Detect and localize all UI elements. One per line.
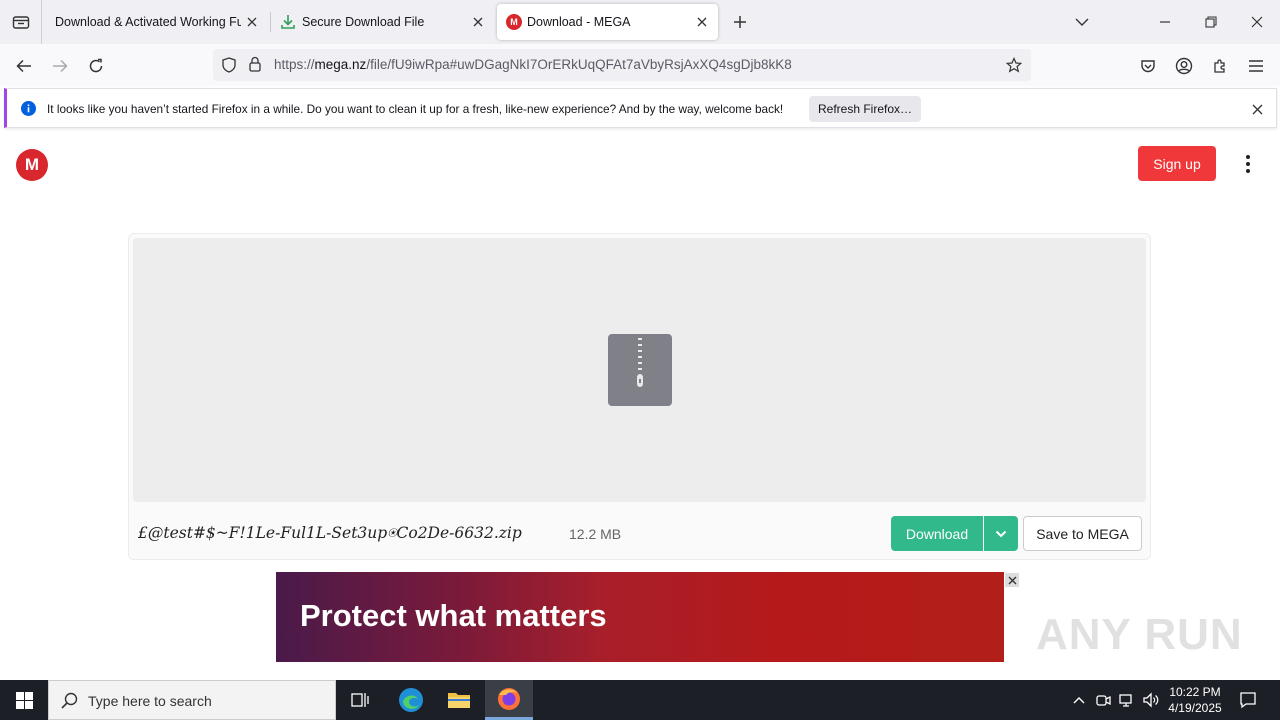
- close-window-button[interactable]: [1234, 0, 1280, 44]
- taskbar-search-box[interactable]: Type here to search: [48, 680, 336, 720]
- network-icon[interactable]: [1117, 690, 1137, 710]
- sign-up-button[interactable]: Sign up: [1138, 146, 1216, 181]
- task-view-icon: [351, 693, 369, 707]
- more-options-button[interactable]: [1240, 152, 1256, 176]
- restore-icon: [1205, 16, 1217, 28]
- puzzle-icon: [1214, 59, 1225, 73]
- tab-bar: Download & Activated Working Full Secure…: [0, 0, 1280, 44]
- search-icon: [61, 692, 78, 714]
- notifications-button[interactable]: [1238, 690, 1258, 710]
- forward-button[interactable]: [46, 52, 74, 80]
- shield-icon[interactable]: [221, 57, 237, 78]
- close-tab-icon[interactable]: [470, 14, 486, 30]
- system-clock[interactable]: 10:22 PM 4/19/2025: [1160, 684, 1230, 716]
- anyrun-watermark: ANY RUN: [1036, 610, 1243, 659]
- download-button[interactable]: Download: [891, 516, 983, 551]
- firefox-icon: [498, 687, 520, 710]
- minimize-button[interactable]: [1142, 0, 1188, 44]
- new-tab-button[interactable]: [728, 10, 752, 34]
- show-hidden-icons-button[interactable]: [1069, 690, 1089, 710]
- tab-title: Download - MEGA: [527, 15, 631, 29]
- save-to-mega-button[interactable]: Save to MEGA: [1023, 516, 1142, 551]
- meet-now-icon[interactable]: [1093, 690, 1113, 710]
- clock-date: 4/19/2025: [1168, 701, 1222, 715]
- menu-button[interactable]: [1242, 52, 1270, 80]
- notification-bar: It looks like you haven’t started Firefo…: [4, 88, 1277, 128]
- close-icon: [1251, 16, 1263, 28]
- tab-secure-download[interactable]: Secure Download File: [272, 0, 494, 44]
- edge-icon: [399, 688, 423, 712]
- mega-logo[interactable]: M: [16, 149, 48, 181]
- minimize-icon: [1160, 21, 1170, 23]
- volume-icon[interactable]: [1141, 690, 1161, 710]
- hamburger-icon: [1249, 60, 1263, 72]
- download-icon: [280, 14, 298, 30]
- refresh-firefox-button[interactable]: Refresh Firefox…: [809, 96, 921, 122]
- file-size: 12.2 MB: [569, 526, 622, 542]
- lock-icon[interactable]: [248, 56, 262, 77]
- url-prefix: https://: [274, 57, 315, 72]
- close-ad-icon[interactable]: [1005, 573, 1019, 587]
- reload-button[interactable]: [82, 52, 110, 80]
- reload-icon: [89, 58, 103, 73]
- taskbar: Type here to search 10:22 PM 4/19/2025: [0, 680, 1280, 720]
- notification-text: It looks like you haven’t started Firefo…: [47, 102, 784, 116]
- chevron-up-icon: [1073, 697, 1085, 704]
- file-preview: [133, 238, 1146, 502]
- address-bar[interactable]: https://mega.nz/file/fU9iwRpa#uwDGagNkI7…: [213, 49, 1031, 81]
- search-placeholder: Type here to search: [88, 693, 212, 709]
- back-button[interactable]: [10, 52, 38, 80]
- list-all-tabs-button[interactable]: [1059, 0, 1105, 44]
- navigation-bar: https://mega.nz/file/fU9iwRpa#uwDGagNkI7…: [0, 44, 1280, 86]
- arrow-left-icon: [16, 59, 31, 73]
- chevron-down-icon: [995, 530, 1007, 537]
- file-explorer-taskbar-button[interactable]: [435, 680, 483, 720]
- firefox-taskbar-button[interactable]: [485, 680, 533, 720]
- file-card: £@test#$~F!1Le-Ful1L-Set3up⍟Co2De-6632.z…: [128, 233, 1151, 560]
- extensions-button[interactable]: [1206, 52, 1234, 80]
- url-host: mega.nz: [314, 57, 367, 72]
- account-icon: [1175, 57, 1193, 75]
- tab-mega-download[interactable]: M Download - MEGA: [497, 4, 718, 40]
- tab-title: Secure Download File: [302, 15, 425, 29]
- zip-file-icon: [608, 334, 672, 406]
- windows-logo-icon: [15, 691, 33, 709]
- info-icon: [21, 101, 36, 121]
- pocket-icon: [1141, 60, 1155, 73]
- chevron-down-icon: [1075, 18, 1089, 26]
- close-tab-icon[interactable]: [244, 14, 260, 30]
- download-options-button[interactable]: [984, 516, 1018, 551]
- plus-icon: [734, 16, 746, 28]
- start-button[interactable]: [0, 680, 48, 720]
- tab-title: Download & Activated Working Full: [55, 15, 241, 29]
- restore-button[interactable]: [1188, 0, 1234, 44]
- mega-favicon-icon: M: [506, 14, 522, 30]
- advertisement-banner[interactable]: Protect what matters: [276, 572, 1004, 662]
- tab-list-icon: [12, 16, 29, 29]
- url-path: /file/fU9iwRpa#uwDGagNkI7OrERkUqQFAt7aVb…: [366, 57, 792, 72]
- ad-headline: Protect what matters: [300, 598, 607, 633]
- bookmark-star-icon[interactable]: [1005, 57, 1023, 78]
- close-tab-icon[interactable]: [694, 14, 710, 30]
- tab-download-activated[interactable]: Download & Activated Working Full: [50, 0, 268, 44]
- arrow-right-icon: [53, 59, 68, 73]
- edge-taskbar-button[interactable]: [387, 680, 435, 720]
- task-view-button[interactable]: [336, 680, 384, 720]
- chat-bubble-icon: [1240, 692, 1256, 709]
- folder-icon: [448, 693, 470, 708]
- tab-overview-button[interactable]: [0, 0, 42, 44]
- clock-time: 10:22 PM: [1169, 685, 1221, 699]
- pocket-button[interactable]: [1134, 52, 1162, 80]
- file-name: £@test#$~F!1Le-Ful1L-Set3up⍟Co2De-6632.z…: [138, 524, 522, 542]
- url-text[interactable]: https://mega.nz/file/fU9iwRpa#uwDGagNkI7…: [274, 57, 792, 72]
- account-button[interactable]: [1170, 52, 1198, 80]
- close-notification-icon[interactable]: [1252, 102, 1263, 120]
